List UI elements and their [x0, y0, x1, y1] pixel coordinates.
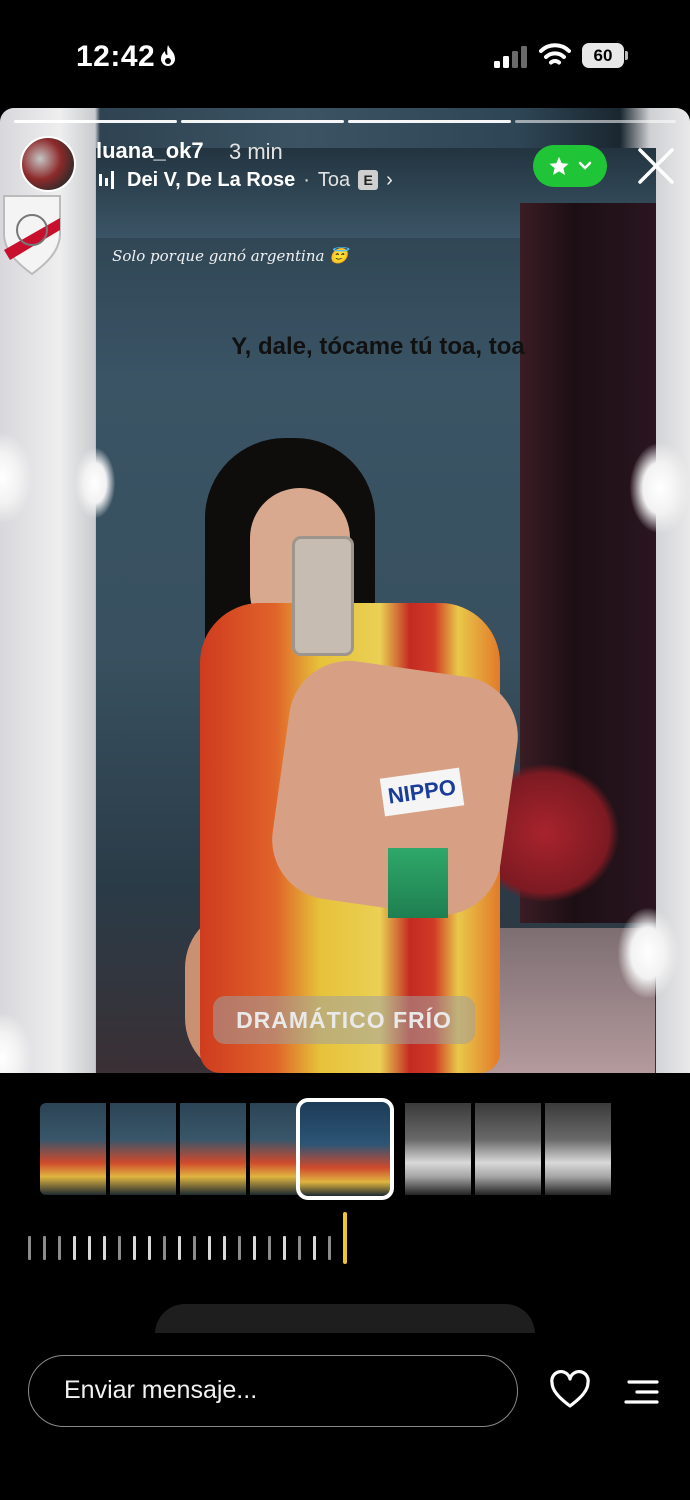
- filmstrip-frame[interactable]: [405, 1103, 471, 1195]
- timeline-tick: [163, 1236, 166, 1260]
- timeline-tick: [283, 1236, 286, 1260]
- progress-segment: [14, 120, 177, 123]
- vanity-bulb: [630, 443, 690, 533]
- timeline-tick: [73, 1236, 76, 1260]
- timeline-tick: [298, 1236, 301, 1260]
- timeline-tick: [253, 1236, 256, 1260]
- filmstrip-frame[interactable]: [180, 1103, 246, 1195]
- timeline-tick: [193, 1236, 196, 1260]
- close-friends-button[interactable]: [533, 145, 607, 187]
- filmstrip-selected-frame[interactable]: [296, 1098, 394, 1200]
- battery-level: 60: [582, 43, 624, 68]
- battery-icon: 60: [582, 43, 628, 68]
- music-bars-icon: [99, 171, 114, 189]
- timeline-scrubber[interactable]: [26, 1212, 366, 1264]
- avatar[interactable]: [20, 136, 76, 192]
- chevron-right-icon: ›: [386, 168, 393, 191]
- filmstrip-frame[interactable]: [40, 1103, 106, 1195]
- story-progress: [14, 120, 676, 124]
- timeline-tick: [88, 1236, 91, 1260]
- timeline-tick: [43, 1236, 46, 1260]
- sponsor-logo-green: [388, 848, 448, 918]
- timeline-tick: [208, 1236, 211, 1260]
- timeline-tick: [313, 1236, 316, 1260]
- heart-icon[interactable]: [549, 1370, 591, 1410]
- explicit-badge: E: [358, 170, 379, 190]
- timeline-tick: [28, 1236, 31, 1260]
- timeline-tick: [58, 1236, 61, 1260]
- filmstrip-frame[interactable]: [545, 1103, 611, 1195]
- timeline-tick: [148, 1236, 151, 1260]
- lyrics-sticker[interactable]: Y, dale, tócame tú toa, toa: [228, 330, 528, 363]
- send-icon[interactable]: [623, 1378, 661, 1406]
- timeline-tick: [268, 1236, 271, 1260]
- story-caption: Solo porque ganó argentina 😇: [112, 247, 348, 265]
- timeline-playhead[interactable]: [343, 1212, 347, 1264]
- timeline-tick: [328, 1236, 331, 1260]
- timeline-tick: [238, 1236, 241, 1260]
- vanity-bulb: [618, 908, 678, 998]
- signal-icon: [494, 46, 527, 68]
- chevron-down-icon: [578, 161, 592, 170]
- progress-segment: [181, 120, 344, 123]
- flame-icon: [161, 45, 175, 66]
- message-input-placeholder[interactable]: Enviar mensaje...: [64, 1376, 257, 1405]
- timestamp: 3 min: [229, 139, 283, 164]
- star-icon: [549, 156, 569, 175]
- close-icon[interactable]: [636, 146, 676, 186]
- filmstrip-frame[interactable]: [110, 1103, 176, 1195]
- clock: 12:42: [76, 40, 156, 73]
- timeline-tick: [103, 1236, 106, 1260]
- wifi-icon: [539, 43, 571, 65]
- filmstrip-frame[interactable]: [475, 1103, 541, 1195]
- music-song: Toa: [317, 168, 351, 191]
- status-bar: 12:42 60: [0, 0, 690, 108]
- timeline-tick: [223, 1236, 226, 1260]
- filter-label: DRAMÁTICO FRÍO: [213, 996, 475, 1044]
- timeline-tick: [118, 1236, 121, 1260]
- timeline-tick: [178, 1236, 181, 1260]
- progress-segment: [348, 120, 511, 123]
- vanity-bulb: [75, 448, 115, 518]
- timeline-tick: [133, 1236, 136, 1260]
- username[interactable]: luana_ok7: [96, 138, 204, 164]
- battery-tip: [625, 51, 628, 60]
- music-artist: Dei V, De La Rose: [127, 168, 296, 191]
- music-separator: ·: [303, 168, 310, 191]
- progress-segment: [515, 120, 676, 123]
- phone-in-mirror: [292, 536, 354, 656]
- music-attribution[interactable]: Dei V, De La Rose · Toa E ›: [99, 166, 393, 194]
